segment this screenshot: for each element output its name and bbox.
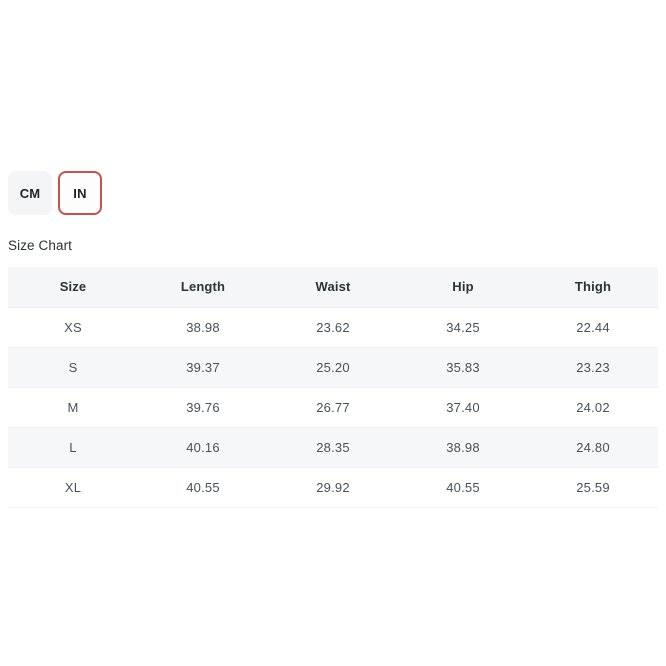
- cell-hip: 34.25: [398, 307, 528, 348]
- cell-length: 38.98: [138, 307, 268, 348]
- table-header-row: Size Length Waist Hip Thigh: [8, 267, 658, 308]
- cell-thigh: 22.44: [528, 307, 658, 348]
- table-body: XS 38.98 23.62 34.25 22.44 S 39.37 25.20…: [8, 307, 658, 508]
- cell-hip: 40.55: [398, 467, 528, 508]
- unit-button-in[interactable]: IN: [58, 171, 102, 215]
- unit-button-cm[interactable]: CM: [8, 171, 52, 215]
- table-row: L 40.16 28.35 38.98 24.80: [8, 427, 658, 468]
- cell-length: 39.76: [138, 387, 268, 428]
- cell-size: M: [8, 387, 138, 428]
- column-header-length: Length: [138, 267, 268, 308]
- size-chart-title: Size Chart: [8, 238, 73, 253]
- table-row: XL 40.55 29.92 40.55 25.59: [8, 467, 658, 508]
- column-header-size: Size: [8, 267, 138, 308]
- table-row: XS 38.98 23.62 34.25 22.44: [8, 307, 658, 348]
- cell-hip: 35.83: [398, 347, 528, 388]
- cell-waist: 23.62: [268, 307, 398, 348]
- table-row: S 39.37 25.20 35.83 23.23: [8, 347, 658, 388]
- size-chart-table-container: Size Length Waist Hip Thigh XS 38.98 23.…: [8, 267, 658, 508]
- cell-waist: 29.92: [268, 467, 398, 508]
- unit-toggle-group: CM IN: [8, 171, 102, 215]
- size-chart-page: CM IN Size Chart Size Length Waist Hip T…: [0, 0, 666, 666]
- column-header-waist: Waist: [268, 267, 398, 308]
- unit-button-in-label: IN: [73, 185, 87, 201]
- unit-button-cm-label: CM: [19, 185, 41, 201]
- size-chart-table: Size Length Waist Hip Thigh XS 38.98 23.…: [8, 267, 658, 508]
- cell-length: 40.16: [138, 427, 268, 468]
- cell-size: S: [8, 347, 138, 388]
- column-header-hip: Hip: [398, 267, 528, 308]
- cell-thigh: 23.23: [528, 347, 658, 388]
- cell-hip: 38.98: [398, 427, 528, 468]
- cell-size: XS: [8, 307, 138, 348]
- cell-size: XL: [8, 467, 138, 508]
- table-row: M 39.76 26.77 37.40 24.02: [8, 387, 658, 428]
- cell-waist: 26.77: [268, 387, 398, 428]
- cell-hip: 37.40: [398, 387, 528, 428]
- cell-size: L: [8, 427, 138, 468]
- cell-length: 39.37: [138, 347, 268, 388]
- cell-waist: 25.20: [268, 347, 398, 388]
- cell-length: 40.55: [138, 467, 268, 508]
- cell-waist: 28.35: [268, 427, 398, 468]
- cell-thigh: 24.02: [528, 387, 658, 428]
- column-header-thigh: Thigh: [528, 267, 658, 308]
- cell-thigh: 24.80: [528, 427, 658, 468]
- cell-thigh: 25.59: [528, 467, 658, 508]
- table-header: Size Length Waist Hip Thigh: [8, 267, 658, 308]
